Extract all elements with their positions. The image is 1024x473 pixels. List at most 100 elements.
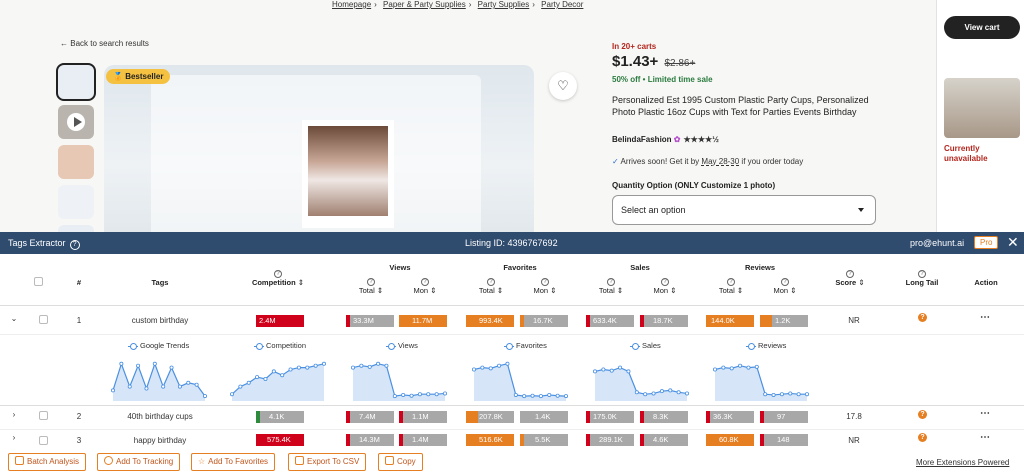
- sparkline-point: [497, 363, 502, 368]
- expand-chevron-icon[interactable]: ›: [9, 433, 19, 442]
- col-reviews: Reviews: [744, 263, 776, 272]
- cell-indicator: [760, 411, 764, 423]
- back-to-search-link[interactable]: ← Back to search results: [60, 39, 149, 48]
- quantity-select[interactable]: Select an option: [612, 195, 876, 225]
- views-mon-cell: 11.7M: [399, 315, 447, 327]
- copy-button[interactable]: Copy: [378, 453, 423, 471]
- shop-name[interactable]: BelindaFashion: [612, 135, 672, 144]
- long-tail-icon[interactable]: ?: [918, 433, 927, 442]
- close-icon[interactable]: ✕: [1007, 234, 1019, 251]
- add-to-tracking-button[interactable]: Add To Tracking: [97, 453, 181, 471]
- long-tail-icon[interactable]: ?: [918, 410, 927, 419]
- thumbnail-4[interactable]: [58, 185, 94, 219]
- arrival-date[interactable]: May 28-30: [701, 157, 739, 166]
- collapse-chevron-icon[interactable]: ⌄: [9, 314, 19, 323]
- export-csv-button[interactable]: Export To CSV: [288, 453, 367, 471]
- breadcrumb-party-decor[interactable]: Party Decor: [541, 0, 583, 9]
- sparkline-point: [271, 369, 276, 374]
- row-checkbox[interactable]: [39, 436, 48, 445]
- video-thumbnail[interactable]: [58, 105, 94, 139]
- sparkline-point: [634, 390, 639, 395]
- favorite-heart-icon[interactable]: ♡: [549, 72, 577, 100]
- table-row[interactable]: ⌄ 1 custom birthday 2.4M 33.3M 11.7M 993…: [0, 310, 1024, 334]
- col-score[interactable]: ? Score ⇕: [830, 268, 870, 287]
- cell-indicator: [346, 434, 350, 446]
- competition-sparkline: [229, 361, 327, 401]
- photo-print: [302, 120, 394, 228]
- thumbnail-3[interactable]: [58, 145, 94, 179]
- breadcrumb-homepage[interactable]: Homepage: [332, 0, 371, 9]
- cell-indicator: [640, 434, 644, 446]
- rev-total-cell: 144.0K: [706, 315, 754, 327]
- main-product-image[interactable]: [104, 65, 534, 232]
- sales-mon-label: Mon: [653, 286, 669, 295]
- fav-mon-value: 16.7K: [533, 316, 553, 325]
- help-icon-small: ?: [487, 278, 495, 286]
- sparkline-point: [186, 380, 191, 385]
- bestseller-badge: 🏅 Bestseller: [106, 69, 171, 84]
- views-total-cell: 33.3M: [346, 315, 394, 327]
- views-total-header[interactable]: ? Total ⇕: [356, 276, 386, 295]
- fav-total-header[interactable]: ? Total ⇕: [476, 276, 506, 295]
- more-actions-icon[interactable]: ⋯: [980, 312, 990, 323]
- sales-mon-value: 8.3K: [653, 412, 669, 421]
- sparkline-point: [592, 369, 598, 374]
- sparkline-point: [788, 391, 793, 396]
- col-competition[interactable]: ? Competition ⇕: [248, 268, 308, 287]
- more-actions-icon[interactable]: ⋯: [980, 408, 990, 419]
- help-icon[interactable]: ?: [69, 240, 80, 250]
- col-views: Views: [389, 263, 411, 272]
- arrival-post: if you order today: [739, 157, 804, 166]
- trend-label-views: Views: [386, 341, 418, 350]
- score-value: 17.8: [846, 412, 862, 421]
- legend-marker-icon: [254, 342, 264, 350]
- views-mon-header[interactable]: ? Mon ⇕: [410, 276, 440, 295]
- table-row[interactable]: › 3 happy birthday 575.4K 14.3M 1.4M 516…: [0, 431, 1024, 451]
- fav-mon-header[interactable]: ? Mon ⇕: [530, 276, 560, 295]
- competition-value: 4.1K: [269, 412, 285, 421]
- cart-item-image[interactable]: [944, 78, 1020, 138]
- breadcrumb-party-supplies[interactable]: Party Supplies: [478, 0, 530, 9]
- check-icon: ✓: [612, 157, 619, 166]
- sparkline-point: [763, 392, 768, 397]
- sparkline-point: [712, 367, 718, 372]
- product-title: Personalized Est 1995 Custom Plastic Par…: [612, 95, 869, 117]
- row-checkbox[interactable]: [39, 315, 48, 324]
- table-row[interactable]: › 2 40th birthday cups 4.1K 7.4M 1.1M 20…: [0, 406, 1024, 430]
- thumbnail-1[interactable]: [56, 63, 96, 101]
- sales-total-header[interactable]: ? Total ⇕: [596, 276, 626, 295]
- expand-chevron-icon[interactable]: ›: [9, 410, 19, 419]
- add-to-favorites-label: Add To Favorites: [208, 457, 269, 466]
- rev-mon-header[interactable]: ? Mon ⇕: [770, 276, 800, 295]
- action-bar: Batch Analysis Add To Tracking ☆ Add To F…: [0, 451, 1024, 473]
- cell-indicator: [586, 411, 590, 423]
- row-number: 3: [76, 436, 82, 445]
- sales-mon-value: 18.7K: [653, 316, 673, 325]
- cell-indicator: [346, 315, 350, 327]
- select-all-checkbox[interactable]: [34, 277, 43, 286]
- breadcrumb: Homepage › Paper & Party Supplies › Party …: [332, 0, 584, 9]
- rev-total-header[interactable]: ? Total ⇕: [716, 276, 746, 295]
- help-icon-small: ?: [607, 278, 615, 286]
- copy-label: Copy: [397, 457, 416, 466]
- sparkline-point: [313, 363, 318, 368]
- more-actions-icon[interactable]: ⋯: [980, 432, 990, 443]
- sparkline-area: [113, 363, 205, 401]
- sparkline-point: [796, 392, 801, 397]
- cell-indicator: [760, 434, 764, 446]
- copy-icon: [385, 456, 394, 465]
- row-checkbox[interactable]: [39, 411, 48, 420]
- sales-mon-header[interactable]: ? Mon ⇕: [650, 276, 680, 295]
- more-extensions-link[interactable]: More Extensions Powered: [916, 458, 1009, 467]
- views-mon-cell: 1.1M: [399, 411, 447, 423]
- reviews-sparkline: [712, 363, 810, 401]
- add-to-favorites-button[interactable]: ☆ Add To Favorites: [191, 453, 276, 471]
- long-tail-icon[interactable]: ?: [918, 313, 927, 322]
- cell-indicator: [520, 434, 524, 446]
- sparkline-point: [564, 394, 569, 399]
- sparkline-area: [595, 367, 687, 401]
- view-cart-button[interactable]: View cart: [944, 16, 1020, 39]
- breadcrumb-paper-party[interactable]: Paper & Party Supplies: [383, 0, 466, 9]
- batch-analysis-button[interactable]: Batch Analysis: [8, 453, 87, 471]
- fav-total-value: 207.8K: [479, 412, 503, 421]
